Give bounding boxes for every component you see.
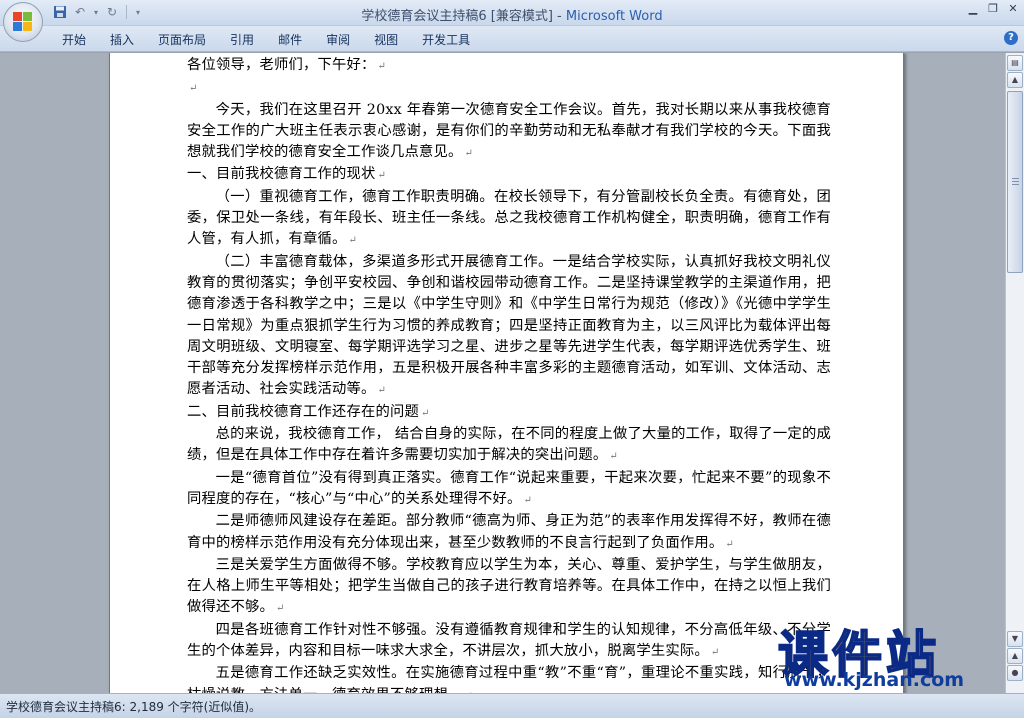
- paragraph-mark-icon: ↵: [609, 451, 618, 463]
- paragraph[interactable]: 今天，我们在这里召开 20xx 年春第一次德育安全工作会议。首先，我对长期以来从…: [187, 100, 831, 165]
- paragraph-mark-icon: ↵: [377, 170, 387, 182]
- paragraph-text: 二、目前我校德育工作还存在的问题: [187, 403, 419, 420]
- document-area: 各位领导，老师们，下午好： ↵ ↵ 今天，我们在这里召开 20xx 年春第一次德育安全…: [0, 53, 1005, 693]
- status-bar: 学校德育会议主持稿6: 2,189 个字符(近似值)。: [0, 693, 1024, 718]
- paragraph[interactable]: 各位领导，老师们，下午好： ↵: [187, 55, 831, 77]
- tab-references[interactable]: 引用: [218, 30, 266, 50]
- tab-view[interactable]: 视图: [362, 30, 410, 50]
- watermark-logo: 课件站 www.kjzhan.com: [774, 615, 1024, 693]
- document-title: 学校德育会议主持稿6 [兼容模式] -: [361, 9, 566, 24]
- tab-home[interactable]: 开始: [50, 30, 98, 50]
- paragraph[interactable]: 二是师德师风建设存在差距。部分教师“德高为师、身正为范”的表率作用发挥得不好，教…: [187, 511, 831, 555]
- document-page[interactable]: 各位领导，老师们，下午好： ↵ ↵ 今天，我们在这里召开 20xx 年春第一次德育安全…: [109, 53, 904, 693]
- paragraph-text: 五是德育工作还缺乏实效性。在实施德育过程中重“教”不重“育”，重理论不重实践，知…: [187, 665, 831, 693]
- tab-mailings[interactable]: 邮件: [266, 30, 314, 50]
- paragraph-mark-icon: ↵: [275, 603, 285, 615]
- help-icon[interactable]: ?: [1004, 31, 1018, 45]
- paragraph-mark-icon: ↵: [420, 407, 430, 419]
- ribbon-tabs: 开始 插入 页面布局 引用 邮件 审阅 视图 开发工具: [50, 30, 482, 50]
- paragraph-text: 各位领导，老师们，下午好：: [187, 57, 376, 73]
- paragraph-text: 今天，我们在这里召开 20xx 年春第一次德育安全工作会议。首先，我对长期以来从…: [187, 101, 831, 161]
- watermark-url: www.kjzhan.com: [784, 669, 965, 691]
- vertical-scrollbar[interactable]: ▤ ▲ ▼ ▲ ●: [1005, 53, 1024, 693]
- status-word-count[interactable]: 学校德育会议主持稿6: 2,189 个字符(近似值)。: [6, 698, 261, 715]
- title-bar: ↶ ▾ ↻ ▾ 学校德育会议主持稿6 [兼容模式] - Microsoft Wo…: [0, 0, 1024, 26]
- paragraph[interactable]: 一、目前我校德育工作的现状 ↵: [187, 164, 831, 186]
- office-button[interactable]: [3, 2, 43, 42]
- paragraph[interactable]: （二）丰富德育载体，多渠道多形式开展德育工作。一是结合学校实际，认真抓好我校文明…: [187, 252, 831, 402]
- paragraph-mark-icon: ↵: [725, 538, 734, 550]
- minimize-icon[interactable]: ▁: [966, 2, 980, 15]
- paragraph-text: 一是“德育首位”没有得到真正落实。德育工作“说起来重要，干起来次要，忙起来不要”…: [187, 469, 831, 507]
- paragraph-text: 四是各班德育工作针对性不够强。没有遵循教育规律和学生的认知规律，不分高低年级、不…: [187, 621, 831, 660]
- paragraph[interactable]: ↵: [187, 77, 831, 99]
- tab-developer[interactable]: 开发工具: [410, 30, 482, 50]
- paragraph-text: （一）重视德育工作，德育工作职责明确。在校长领导下，有分管副校长负全责。有德育处…: [187, 188, 831, 248]
- scroll-thumb[interactable]: [1007, 91, 1023, 273]
- paragraph-mark-icon: ↵: [377, 61, 387, 72]
- paragraph[interactable]: 二、目前我校德育工作还存在的问题 ↵: [187, 402, 831, 424]
- window-controls: ▁ ❐ ✕: [966, 2, 1020, 15]
- document-body[interactable]: 各位领导，老师们，下午好： ↵ ↵ 今天，我们在这里召开 20xx 年春第一次德育安全…: [187, 55, 831, 693]
- window-title: 学校德育会议主持稿6 [兼容模式] - Microsoft Word: [0, 5, 1024, 24]
- tab-review[interactable]: 审阅: [314, 30, 362, 50]
- paragraph[interactable]: 五是德育工作还缺乏实效性。在实施德育过程中重“教”不重“育”，重理论不重实践，知…: [187, 663, 831, 693]
- restore-icon[interactable]: ❐: [986, 2, 1000, 15]
- ruler-toggle-icon[interactable]: ▤: [1007, 55, 1023, 71]
- tab-page-layout[interactable]: 页面布局: [146, 30, 218, 50]
- paragraph-mark-icon: ↵: [189, 83, 198, 95]
- paragraph-mark-icon: ↵: [523, 494, 533, 506]
- scroll-up-icon[interactable]: ▲: [1007, 72, 1023, 88]
- paragraph[interactable]: 一是“德育首位”没有得到真正落实。德育工作“说起来重要，干起来次要，忙起来不要”…: [187, 468, 831, 512]
- paragraph-mark-icon: ↵: [464, 148, 474, 160]
- ribbon: 开始 插入 页面布局 引用 邮件 审阅 视图 开发工具 ?: [0, 26, 1024, 52]
- office-logo-icon: [13, 12, 33, 32]
- paragraph[interactable]: 四是各班德育工作针对性不够强。没有遵循教育规律和学生的认知规律，不分高低年级、不…: [187, 620, 831, 664]
- paragraph-text: 二是师德师风建设存在差距。部分教师“德高为师、身正为范”的表率作用发挥得不好，教…: [187, 513, 831, 551]
- tab-insert[interactable]: 插入: [98, 30, 146, 50]
- app-name: Microsoft Word: [565, 9, 663, 24]
- paragraph-text: 一、目前我校德育工作的现状: [187, 166, 376, 183]
- paragraph[interactable]: 三是关爱学生方面做得不够。学校教育应以学生为本，关心、尊重、爱护学生，与学生做朋…: [187, 555, 831, 620]
- paragraph-text: （二）丰富德育载体，多渠道多形式开展德育工作。一是结合学校实际，认真抓好我校文明…: [187, 253, 831, 398]
- paragraph[interactable]: 总的来说，我校德育工作， 结合自身的实际，在不同的程度上做了大量的工作，取得了一…: [187, 424, 831, 468]
- paragraph-mark-icon: ↵: [377, 385, 387, 397]
- paragraph-text: 总的来说，我校德育工作， 结合自身的实际，在不同的程度上做了大量的工作，取得了一…: [187, 426, 831, 464]
- paragraph[interactable]: （一）重视德育工作，德育工作职责明确。在校长领导下，有分管副校长负全责。有德育处…: [187, 187, 831, 252]
- paragraph-mark-icon: ↵: [710, 647, 720, 659]
- paragraph-mark-icon: ↵: [348, 235, 358, 247]
- close-icon[interactable]: ✕: [1006, 2, 1020, 15]
